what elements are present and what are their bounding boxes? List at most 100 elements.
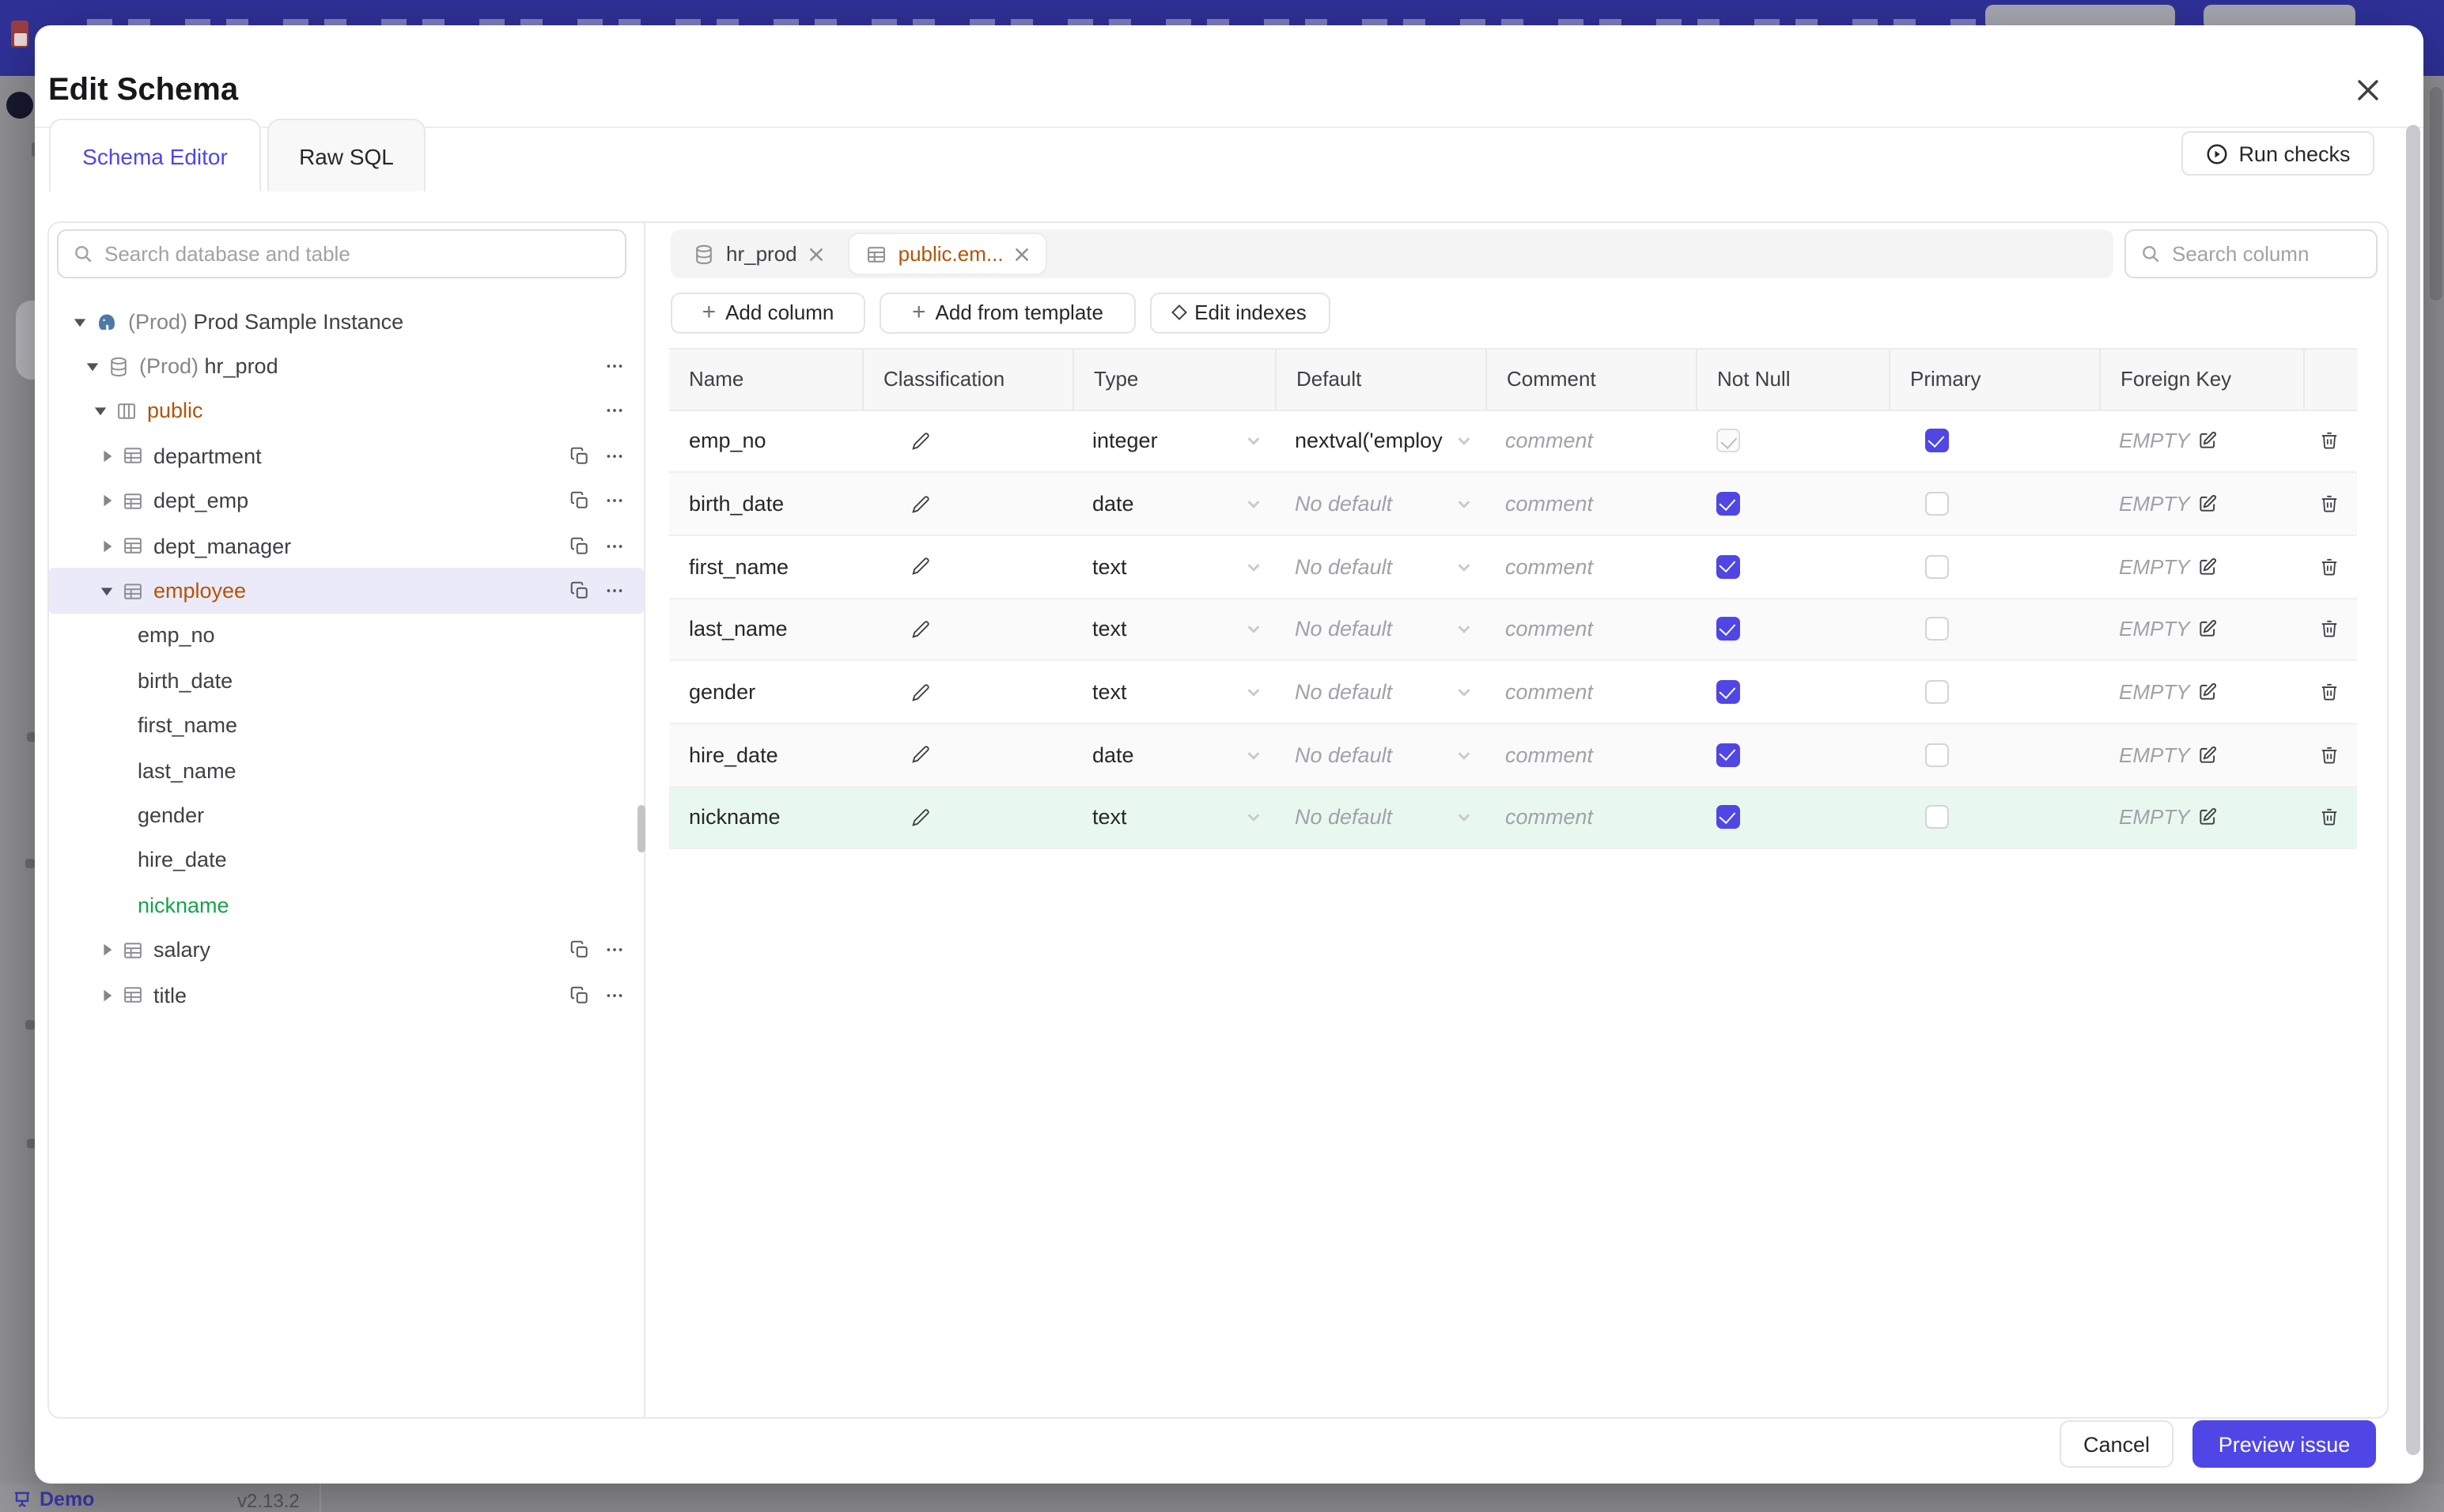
pencil-icon[interactable] xyxy=(909,681,931,703)
default-cell[interactable]: No default xyxy=(1274,536,1485,597)
more-icon[interactable] xyxy=(604,535,625,556)
more-icon[interactable] xyxy=(604,446,625,467)
more-icon[interactable] xyxy=(604,939,625,960)
edit-foreign-key-icon[interactable] xyxy=(2198,556,2219,576)
dialog-scrollbar[interactable] xyxy=(2406,125,2420,1455)
caret-right-icon[interactable] xyxy=(98,942,114,958)
not-null-checkbox[interactable] xyxy=(1716,492,1739,516)
tree-item-gender[interactable]: gender xyxy=(49,793,644,838)
tree-item-public[interactable]: public xyxy=(49,389,644,434)
caret-right-icon[interactable] xyxy=(98,538,114,554)
edit-foreign-key-icon[interactable] xyxy=(2198,493,2219,514)
comment-input[interactable]: comment xyxy=(1505,429,1593,453)
tree-item-nickname[interactable]: nickname xyxy=(49,883,644,928)
tree-item-dept-manager[interactable]: dept_manager xyxy=(49,524,644,569)
caret-right-icon[interactable] xyxy=(98,493,114,509)
comment-input[interactable]: comment xyxy=(1505,806,1593,830)
type-cell[interactable]: text xyxy=(1072,536,1274,597)
cancel-button[interactable]: Cancel xyxy=(2060,1420,2173,1468)
more-icon[interactable] xyxy=(604,985,625,1005)
default-cell[interactable]: nextval('employ xyxy=(1274,410,1485,471)
caret-right-icon[interactable] xyxy=(98,987,114,1003)
trash-icon[interactable] xyxy=(2319,493,2340,514)
editor-tab-hr-prod[interactable]: hr_prod xyxy=(677,234,840,274)
tree-item-prod-sample-instance[interactable]: (Prod) Prod Sample Instance xyxy=(49,299,644,344)
column-name-input[interactable]: first_name xyxy=(689,554,789,578)
column-name-input[interactable]: birth_date xyxy=(689,492,784,516)
tree-item-hire-date[interactable]: hire_date xyxy=(49,837,644,883)
type-cell[interactable]: text xyxy=(1072,787,1274,848)
copy-icon[interactable] xyxy=(569,580,590,601)
comment-input[interactable]: comment xyxy=(1505,492,1593,516)
caret-right-icon[interactable] xyxy=(98,448,114,464)
default-cell[interactable]: No default xyxy=(1274,662,1485,723)
column-name-input[interactable]: last_name xyxy=(689,618,788,641)
default-cell[interactable]: No default xyxy=(1274,599,1485,660)
type-cell[interactable]: text xyxy=(1072,662,1274,723)
tree-item-last-name[interactable]: last_name xyxy=(49,748,644,793)
caret-down-icon[interactable] xyxy=(98,583,114,599)
tab-schema-editor[interactable]: Schema Editor xyxy=(49,119,261,191)
copy-icon[interactable] xyxy=(569,535,590,556)
tree-item-first-name[interactable]: first_name xyxy=(49,703,644,748)
add-from-template-button[interactable]: + Add from template xyxy=(880,293,1136,333)
tree-item-hr-prod[interactable]: (Prod) hr_prod xyxy=(49,344,644,389)
more-icon[interactable] xyxy=(604,356,625,376)
tab-raw-sql[interactable]: Raw SQL xyxy=(267,119,426,191)
more-icon[interactable] xyxy=(604,491,625,512)
primary-checkbox[interactable] xyxy=(1924,492,1948,516)
edit-foreign-key-icon[interactable] xyxy=(2198,807,2219,828)
caret-down-icon[interactable] xyxy=(71,313,87,329)
column-name-input[interactable]: hire_date xyxy=(689,743,778,767)
more-icon[interactable] xyxy=(604,580,625,601)
primary-checkbox[interactable] xyxy=(1924,743,1948,767)
not-null-checkbox[interactable] xyxy=(1716,680,1739,705)
trash-icon[interactable] xyxy=(2319,556,2340,576)
primary-checkbox[interactable] xyxy=(1924,554,1948,579)
type-cell[interactable]: integer xyxy=(1072,410,1274,471)
pencil-icon[interactable] xyxy=(909,618,931,641)
trash-icon[interactable] xyxy=(2319,431,2340,452)
tree-item-title[interactable]: title xyxy=(49,973,644,1018)
type-cell[interactable]: date xyxy=(1072,473,1274,534)
edit-foreign-key-icon[interactable] xyxy=(2198,745,2219,765)
caret-down-icon[interactable] xyxy=(92,403,108,419)
tree-item-dept-emp[interactable]: dept_emp xyxy=(49,478,644,524)
primary-checkbox[interactable] xyxy=(1924,429,1948,453)
add-column-button[interactable]: + Add column xyxy=(671,293,865,333)
primary-checkbox[interactable] xyxy=(1924,805,1948,830)
not-null-checkbox[interactable] xyxy=(1716,554,1739,579)
edit-foreign-key-icon[interactable] xyxy=(2198,431,2219,452)
type-cell[interactable]: text xyxy=(1072,599,1274,660)
comment-input[interactable]: comment xyxy=(1505,743,1593,767)
edit-indexes-button[interactable]: Edit indexes xyxy=(1150,293,1330,333)
trash-icon[interactable] xyxy=(2319,807,2340,828)
primary-checkbox[interactable] xyxy=(1924,617,1948,641)
close-tab-icon[interactable] xyxy=(1015,246,1031,262)
tree-search-input[interactable] xyxy=(104,242,611,266)
default-cell[interactable]: No default xyxy=(1274,787,1485,848)
column-name-input[interactable]: emp_no xyxy=(689,429,766,453)
not-null-checkbox[interactable] xyxy=(1716,805,1739,830)
close-icon[interactable] xyxy=(2354,76,2382,104)
copy-icon[interactable] xyxy=(569,446,590,467)
edit-foreign-key-icon[interactable] xyxy=(2198,619,2219,640)
default-cell[interactable]: No default xyxy=(1274,724,1485,785)
primary-checkbox[interactable] xyxy=(1924,680,1948,705)
tree-item-emp-no[interactable]: emp_no xyxy=(49,613,644,658)
close-tab-icon[interactable] xyxy=(808,246,824,262)
tree-item-salary[interactable]: salary xyxy=(49,928,644,973)
not-null-checkbox[interactable] xyxy=(1716,743,1739,767)
type-cell[interactable]: date xyxy=(1072,724,1274,785)
more-icon[interactable] xyxy=(604,401,625,421)
tree-item-employee[interactable]: employee xyxy=(49,568,644,614)
preview-issue-button[interactable]: Preview issue xyxy=(2192,1420,2376,1468)
tree-item-department[interactable]: department xyxy=(49,433,644,478)
comment-input[interactable]: comment xyxy=(1505,554,1593,578)
pencil-icon[interactable] xyxy=(909,744,931,766)
pencil-icon[interactable] xyxy=(909,807,931,829)
caret-down-icon[interactable] xyxy=(84,358,100,374)
copy-icon[interactable] xyxy=(569,491,590,512)
pencil-icon[interactable] xyxy=(909,430,931,452)
copy-icon[interactable] xyxy=(569,985,590,1005)
